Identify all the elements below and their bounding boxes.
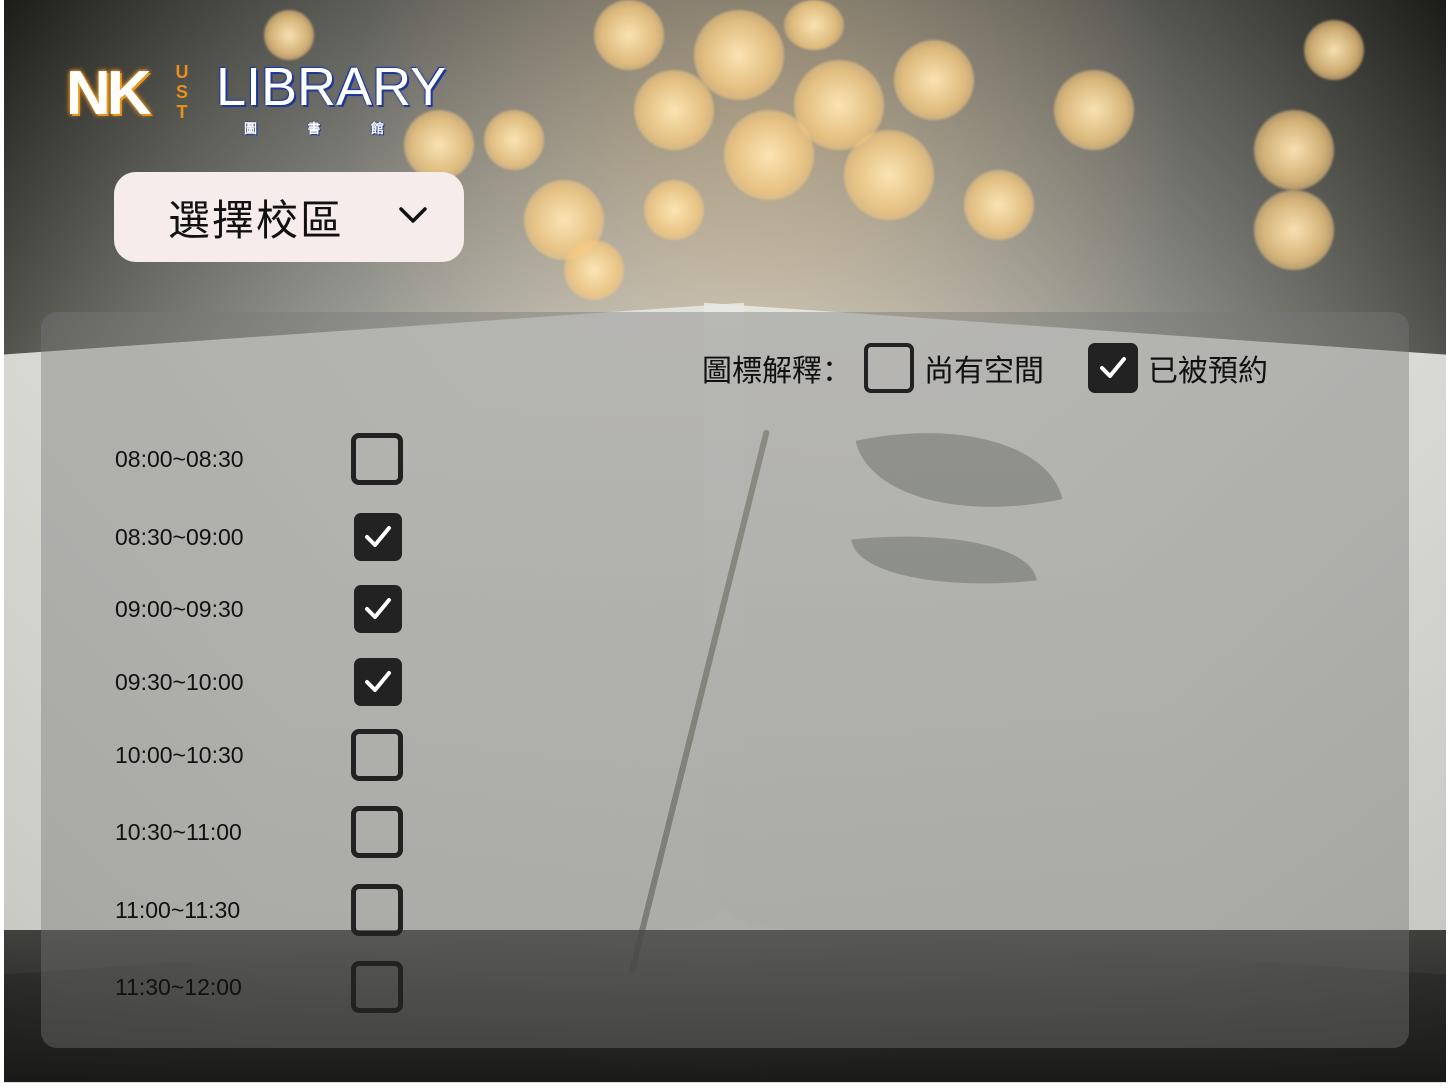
- chevron-down-icon: [399, 207, 427, 223]
- bokeh-light: [1254, 190, 1334, 270]
- time-slot-label: 08:30~09:00: [115, 523, 244, 550]
- bokeh-light: [484, 110, 544, 170]
- campus-select-dropdown[interactable]: 選擇校區: [114, 172, 464, 262]
- bokeh-light: [844, 130, 934, 220]
- logo-sub-char: 書: [307, 122, 321, 137]
- checkbox-empty-icon: [864, 343, 914, 393]
- time-slot-row: 10:00~10:30: [115, 728, 415, 782]
- logo-ust-letters: U S T: [174, 62, 190, 122]
- logo-subtitle: 圖 書 館: [244, 118, 384, 137]
- time-slot-row: 08:30~09:00: [115, 510, 415, 564]
- checkbox-checked-icon: [1088, 343, 1138, 393]
- logo-ust-letter: S: [175, 82, 188, 102]
- legend-available-label: 尚有空間: [924, 354, 1044, 389]
- time-slot-checkbox[interactable]: [351, 884, 403, 936]
- time-slot-checkbox[interactable]: [351, 433, 403, 485]
- logo-nk-text: NK: [66, 59, 152, 128]
- logo-sub-char: 圖: [244, 122, 258, 137]
- logo-ust-letter: T: [176, 102, 188, 122]
- time-slot-label: 08:00~08:30: [115, 445, 244, 472]
- logo-sub-char: 館: [370, 122, 384, 137]
- time-slot-checkbox[interactable]: [351, 961, 403, 1013]
- checkmark-icon: [365, 598, 391, 619]
- time-slot-checkbox-booked[interactable]: [354, 658, 402, 706]
- campus-select-label: 選擇校區: [168, 195, 345, 245]
- time-slot-label: 11:30~12:00: [115, 973, 242, 1000]
- time-slot-label: 10:00~10:30: [115, 741, 244, 768]
- time-slot-row: 10:30~11:00: [115, 805, 415, 859]
- legend-title: 圖標解釋：: [702, 354, 852, 389]
- checkmark-icon: [365, 671, 391, 692]
- bokeh-light: [964, 170, 1034, 240]
- bokeh-light: [784, 0, 844, 50]
- logo-ust-letter: U: [175, 62, 189, 82]
- bokeh-light: [894, 40, 974, 120]
- time-slot-row: 09:30~10:00: [115, 655, 415, 709]
- bokeh-light: [1254, 110, 1334, 190]
- time-slot-checkbox[interactable]: [351, 729, 403, 781]
- bokeh-light: [1054, 70, 1134, 150]
- bokeh-light: [644, 180, 704, 240]
- time-slot-row: 11:30~12:00: [115, 960, 415, 1014]
- time-slot-row: 08:00~08:30: [115, 432, 415, 486]
- time-slot-checkbox[interactable]: [351, 806, 403, 858]
- logo-library-text: LIBRARY: [216, 57, 447, 117]
- library-logo: NK U S T LIBRARY 圖 書 館: [66, 57, 446, 138]
- bokeh-light: [564, 240, 624, 300]
- bokeh-light: [694, 10, 784, 100]
- time-slot-row: 11:00~11:30: [115, 883, 415, 937]
- bokeh-light: [1304, 20, 1364, 80]
- time-slot-checkbox-booked[interactable]: [354, 585, 402, 633]
- checkmark-icon: [365, 526, 391, 547]
- time-slot-row: 09:00~09:30: [115, 582, 415, 636]
- icon-legend: 圖標解釋： 尚有空間 已被預約: [702, 342, 1268, 394]
- time-slot-label: 09:00~09:30: [115, 595, 244, 622]
- time-slot-checkbox-booked[interactable]: [354, 513, 402, 561]
- bokeh-light: [264, 10, 314, 60]
- time-slot-label: 10:30~11:00: [115, 818, 242, 845]
- time-slot-label: 11:00~11:30: [115, 896, 241, 923]
- time-slot-label: 09:30~10:00: [115, 668, 244, 695]
- bokeh-light: [594, 0, 664, 70]
- legend-booked-label: 已被預約: [1148, 354, 1268, 389]
